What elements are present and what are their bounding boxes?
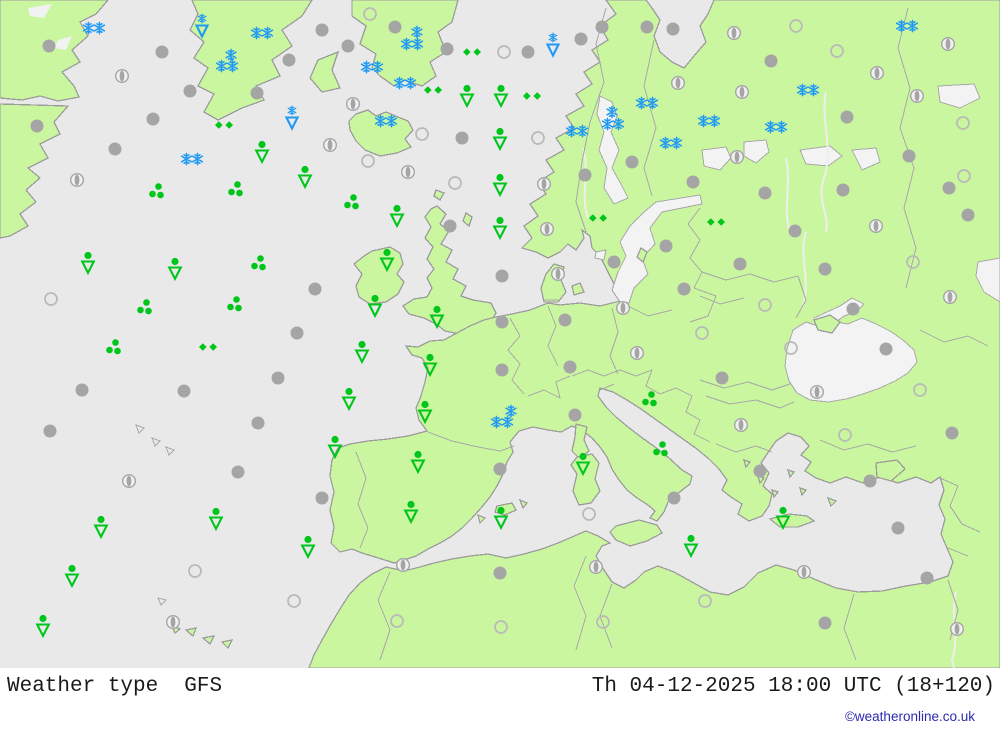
overcast-icon — [455, 131, 469, 145]
overcast-icon — [961, 208, 975, 222]
partly-cloudy-icon — [114, 68, 130, 84]
overcast-icon — [677, 282, 691, 296]
overcast-icon — [578, 168, 592, 182]
partly-cloudy-icon — [726, 25, 742, 41]
overcast-icon — [250, 86, 264, 100]
overcast-icon — [177, 384, 191, 398]
partly-cloudy-icon — [539, 221, 555, 237]
overcast-icon — [764, 54, 778, 68]
partly-cloudy-icon — [615, 300, 631, 316]
overcast-icon — [231, 465, 245, 479]
overcast-icon — [563, 360, 577, 374]
overcast-icon — [271, 371, 285, 385]
overcast-icon — [558, 313, 572, 327]
partly-cloudy-icon — [940, 36, 956, 52]
overcast-icon — [818, 262, 832, 276]
overcast-icon — [251, 416, 265, 430]
partly-cloudy-icon — [809, 384, 825, 400]
overcast-icon — [753, 464, 767, 478]
overcast-icon — [595, 20, 609, 34]
partly-cloudy-icon — [536, 176, 552, 192]
overcast-icon — [440, 42, 454, 56]
overcast-icon — [788, 224, 802, 238]
overcast-icon — [891, 521, 905, 535]
overcast-icon — [315, 23, 329, 37]
overcast-icon — [521, 45, 535, 59]
partly-cloudy-icon — [868, 218, 884, 234]
overcast-icon — [30, 119, 44, 133]
partly-cloudy-icon — [69, 172, 85, 188]
overcast-icon — [42, 39, 56, 53]
overcast-icon — [495, 315, 509, 329]
overcast-icon — [495, 269, 509, 283]
copyright-link[interactable]: ©weatheronline.co.uk — [845, 709, 975, 724]
overcast-icon — [493, 462, 507, 476]
status-bar: Weather type GFS Th 04-12-2025 18:00 UTC… — [0, 668, 1000, 704]
overcast-icon — [108, 142, 122, 156]
overcast-icon — [659, 239, 673, 253]
overcast-icon — [686, 175, 700, 189]
partly-cloudy-icon — [869, 65, 885, 81]
overcast-icon — [493, 566, 507, 580]
overcast-icon — [945, 426, 959, 440]
overcast-icon — [666, 22, 680, 36]
overcast-icon — [607, 255, 621, 269]
overcast-icon — [758, 186, 772, 200]
partly-cloudy-icon — [322, 137, 338, 153]
partly-cloudy-icon — [909, 88, 925, 104]
overcast-icon — [879, 342, 893, 356]
overcast-icon — [667, 491, 681, 505]
partly-cloudy-icon — [729, 149, 745, 165]
datetime-label: Th 04-12-2025 18:00 UTC (18+120) — [591, 674, 995, 698]
partly-cloudy-icon — [588, 559, 604, 575]
overcast-icon — [75, 383, 89, 397]
partly-cloudy-icon — [165, 614, 181, 630]
weather-map-page: Weather type GFS Th 04-12-2025 18:00 UTC… — [0, 0, 1000, 733]
partly-cloudy-icon — [670, 75, 686, 91]
overcast-icon — [840, 110, 854, 124]
overcast-icon — [625, 155, 639, 169]
overcast-icon — [715, 371, 729, 385]
overcast-icon — [315, 491, 329, 505]
partly-cloudy-icon — [121, 473, 137, 489]
overcast-icon — [155, 45, 169, 59]
overcast-icon — [920, 571, 934, 585]
model-label: GFS — [184, 674, 223, 698]
partly-cloudy-icon — [400, 164, 416, 180]
partly-cloudy-icon — [733, 417, 749, 433]
overcast-icon — [341, 39, 355, 53]
overcast-icon — [568, 408, 582, 422]
map-type-label: Weather type — [7, 674, 159, 698]
overcast-icon — [733, 257, 747, 271]
overcast-icon — [863, 474, 877, 488]
overcast-icon — [902, 149, 916, 163]
overcast-icon — [846, 302, 860, 316]
partly-cloudy-icon — [734, 84, 750, 100]
overcast-icon — [43, 424, 57, 438]
partly-cloudy-icon — [395, 557, 411, 573]
overcast-icon — [290, 326, 304, 340]
overcast-icon — [388, 20, 402, 34]
overcast-icon — [942, 181, 956, 195]
overcast-icon — [640, 20, 654, 34]
overcast-icon — [308, 282, 322, 296]
europe-weather-map — [0, 0, 1000, 668]
partly-cloudy-icon — [796, 564, 812, 580]
overcast-icon — [183, 84, 197, 98]
overcast-icon — [443, 219, 457, 233]
partly-cloudy-icon — [550, 266, 566, 282]
overcast-icon — [818, 616, 832, 630]
overcast-icon — [282, 53, 296, 67]
partly-cloudy-icon — [629, 345, 645, 361]
partly-cloudy-icon — [942, 289, 958, 305]
overcast-icon — [574, 32, 588, 46]
overcast-icon — [146, 112, 160, 126]
partly-cloudy-icon — [949, 621, 965, 637]
overcast-icon — [836, 183, 850, 197]
partly-cloudy-icon — [345, 96, 361, 112]
overcast-icon — [495, 363, 509, 377]
